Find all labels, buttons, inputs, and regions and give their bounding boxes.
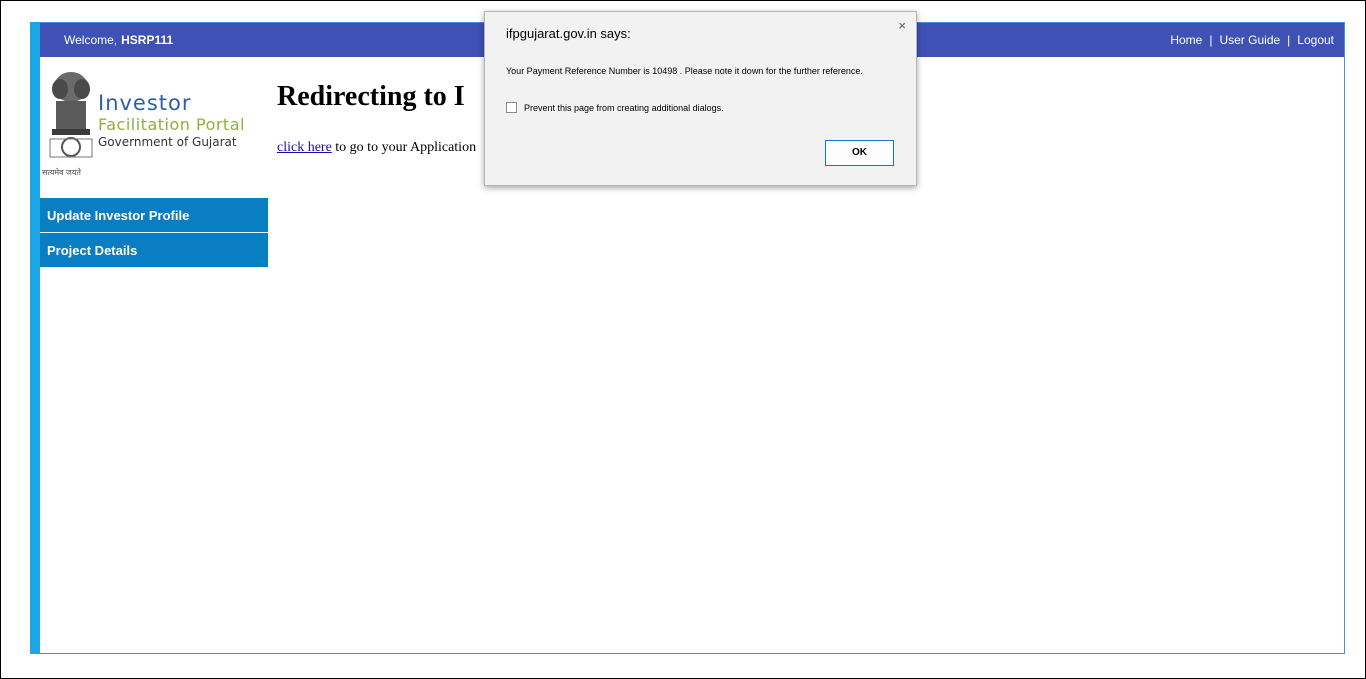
separator: | <box>1287 33 1291 47</box>
user-guide-link[interactable]: User Guide <box>1219 33 1280 47</box>
logo-text: Investor Facilitation Portal Government … <box>98 91 245 149</box>
dialog-message: Your Payment Reference Number is 10498 .… <box>506 66 863 76</box>
ashoka-emblem-icon <box>49 72 93 158</box>
separator: | <box>1209 33 1213 47</box>
home-link[interactable]: Home <box>1170 33 1202 47</box>
welcome-text: Welcome, HSRP111 <box>64 33 173 47</box>
prevent-dialogs-row[interactable]: Prevent this page from creating addition… <box>506 102 724 113</box>
prevent-dialogs-checkbox[interactable] <box>506 102 517 113</box>
ok-button[interactable]: OK <box>825 140 894 166</box>
dialog-title: ifpgujarat.gov.in says: <box>506 26 631 41</box>
username: HSRP111 <box>121 33 174 47</box>
welcome-label: Welcome, <box>64 33 118 47</box>
alert-dialog: ifpgujarat.gov.in says: × Your Payment R… <box>484 11 917 186</box>
prevent-dialogs-label: Prevent this page from creating addition… <box>524 102 724 113</box>
sidebar-item-update-investor-profile[interactable]: Update Investor Profile <box>40 198 268 233</box>
top-links: Home | User Guide | Logout <box>1170 33 1334 47</box>
logo-portal: Facilitation Portal <box>98 115 245 134</box>
redirect-line: click here to go to your Application <box>277 140 476 156</box>
page-title: Redirecting to I <box>277 81 465 112</box>
sidebar-item-project-details[interactable]: Project Details <box>40 233 268 268</box>
redirect-text: to go to your Application <box>331 140 477 155</box>
logo-government: Government of Gujarat <box>98 135 237 149</box>
sidebar: Update Investor Profile Project Details <box>40 198 268 268</box>
logo-motto: सत्यमेव जयते <box>42 168 81 177</box>
logout-link[interactable]: Logout <box>1297 33 1334 47</box>
close-icon[interactable]: × <box>898 18 906 33</box>
portal-logo: Investor Facilitation Portal Government … <box>40 63 272 183</box>
logo-investor: Investor <box>98 91 192 115</box>
click-here-link[interactable]: click here <box>277 140 332 155</box>
